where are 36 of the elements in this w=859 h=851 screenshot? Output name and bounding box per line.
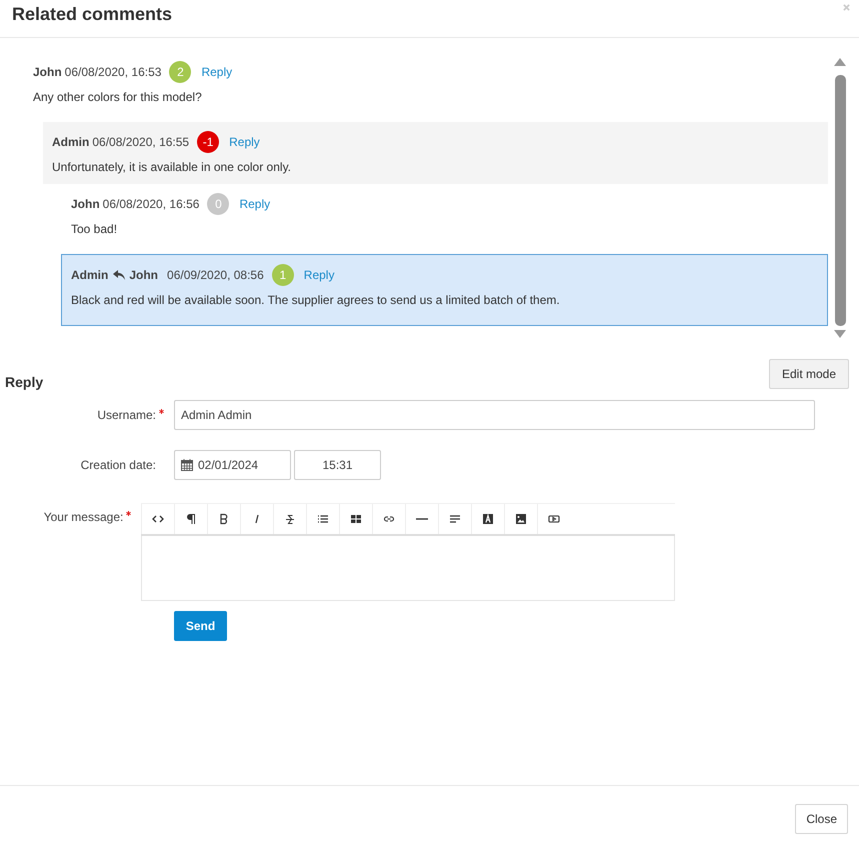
reply-heading: Reply (5, 374, 44, 390)
comment-text: Unfortunately, it is available in one color only. (52, 160, 292, 174)
calendar-icon (181, 459, 193, 471)
date-field[interactable]: 02/01/2024 (174, 450, 291, 480)
comment-text: Too bad! (71, 222, 118, 236)
comment-date: 06/08/2020, 16:55 (92, 135, 190, 149)
edit-mode-button[interactable]: Edit mode (768, 359, 849, 389)
scroll-down-icon[interactable] (834, 330, 846, 338)
comment-date: 06/08/2020, 16:56 (102, 197, 200, 211)
send-button[interactable]: Send (174, 611, 227, 641)
time-field[interactable]: 15:31 (294, 450, 381, 480)
field-label: Creation date: (80, 458, 156, 472)
close-button[interactable]: Close (795, 804, 848, 834)
comment-author: John (71, 197, 100, 211)
dialog-title: Related comments (12, 4, 172, 25)
field-label: Your message: (44, 510, 124, 524)
comment-author: Admin (52, 135, 90, 149)
date-value: 02/01/2024 (198, 458, 258, 472)
reply-arrow-icon (113, 270, 126, 280)
field-label: Username: (97, 408, 156, 422)
comment-recipient: John (129, 268, 158, 282)
comment-date: 06/09/2020, 08:56 (167, 268, 264, 282)
username-field[interactable]: Admin Admin (174, 400, 815, 430)
comment-text: Black and red will be available soon. The supplier agrees to send us a limited batch of them. (71, 293, 561, 307)
scroll-up-icon[interactable] (834, 58, 846, 66)
comment-author: John (33, 65, 62, 79)
score-badge: -1 (197, 131, 220, 153)
comment-date: 06/08/2020, 16:53 (64, 65, 162, 79)
comment-text: Any other colors for this model? (33, 90, 203, 104)
reply-link[interactable]: Reply (201, 65, 232, 79)
score-badge: 1 (272, 264, 294, 286)
reply-link[interactable]: Reply (239, 197, 270, 211)
message-field[interactable] (141, 536, 675, 601)
scrollbar[interactable] (832, 58, 848, 338)
comment-author: Admin (71, 268, 108, 282)
score-badge: 2 (169, 61, 192, 83)
